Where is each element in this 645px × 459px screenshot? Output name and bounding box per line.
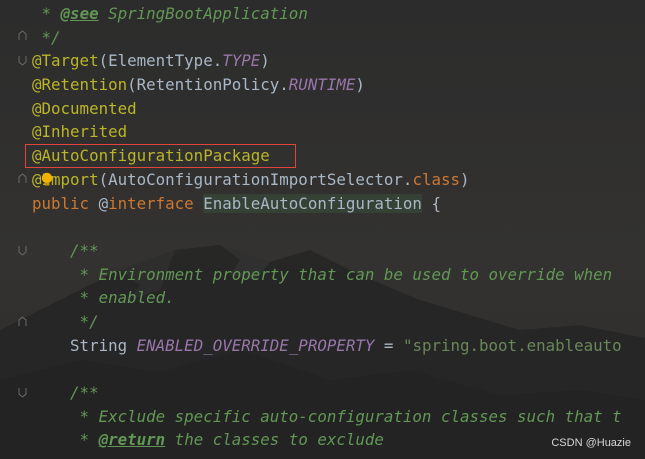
- code-token: class: [412, 169, 460, 189]
- code-token: {: [421, 193, 441, 213]
- code-token: @see: [60, 4, 99, 23]
- code-line[interactable]: * Environment property that can be used …: [32, 263, 645, 287]
- code-line[interactable]: * enabled.: [32, 286, 645, 310]
- code-token: @Retention: [32, 75, 128, 95]
- code-token: @Inherited: [32, 122, 128, 142]
- code-editor[interactable]: * @see SpringBootApplication */@Target(E…: [32, 2, 645, 452]
- code-token: @Target: [32, 51, 99, 71]
- code-token: * Environment property that can be used …: [70, 264, 613, 284]
- code-line[interactable]: public @interface EnableAutoConfiguratio…: [32, 192, 645, 216]
- code-token: RUNTIME: [288, 75, 356, 95]
- code-line[interactable]: @Documented: [32, 97, 645, 121]
- code-token: ENABLED_OVERRIDE_PROPERTY: [136, 335, 375, 355]
- code-line[interactable]: String ENABLED_OVERRIDE_PROPERTY = "spri…: [32, 334, 645, 358]
- code-token: (RetentionPolicy.: [127, 75, 289, 95]
- fold-end-icon[interactable]: [18, 173, 27, 184]
- code-token: interface: [108, 193, 204, 213]
- code-token: SpringBootApplication: [98, 4, 308, 23]
- code-token: /**: [70, 383, 99, 402]
- code-line[interactable]: @Inherited: [32, 120, 645, 144]
- code-token: (AutoConfigurationImportSelector.: [98, 169, 413, 189]
- code-token: @Documented: [32, 98, 137, 118]
- code-token: the classes to exclude: [165, 430, 384, 450]
- code-line[interactable]: [32, 357, 645, 381]
- watermark: CSDN @Huazie: [551, 437, 631, 449]
- code-token: TYPE: [222, 51, 261, 71]
- fold-start-icon[interactable]: [18, 55, 27, 66]
- code-token: * enabled.: [70, 288, 175, 308]
- code-token: * Exclude specific auto-configuration cl…: [70, 406, 622, 426]
- code-token: ): [460, 169, 470, 189]
- code-line[interactable]: * @see SpringBootApplication: [32, 2, 645, 26]
- code-line[interactable]: */: [32, 310, 645, 334]
- code-token: String: [70, 335, 137, 355]
- code-token: ): [355, 75, 365, 95]
- code-token: @: [98, 193, 109, 213]
- code-token: =: [374, 335, 403, 355]
- highlighted-annotation-box: [25, 144, 296, 168]
- code-line[interactable]: /**: [32, 239, 645, 263]
- lightbulb-icon[interactable]: [40, 172, 54, 188]
- fold-start-icon[interactable]: [18, 245, 27, 256]
- code-token: *: [32, 4, 61, 23]
- fold-start-icon[interactable]: [18, 387, 27, 398]
- code-line[interactable]: */: [32, 26, 645, 50]
- code-line[interactable]: @Import(AutoConfigurationImportSelector.…: [32, 168, 645, 192]
- code-token: /**: [70, 240, 99, 260]
- code-line[interactable]: /**: [32, 381, 645, 405]
- code-line[interactable]: @Target(ElementType.TYPE): [32, 49, 645, 73]
- code-token: public: [32, 193, 99, 213]
- code-token: */: [70, 311, 99, 331]
- code-token: */: [32, 27, 61, 47]
- code-token: ): [260, 51, 270, 71]
- code-token: "spring.boot.enableauto: [402, 335, 622, 355]
- code-line[interactable]: [32, 215, 645, 239]
- code-token: EnableAutoConfiguration: [203, 193, 422, 213]
- code-token: *: [70, 430, 99, 450]
- fold-end-icon[interactable]: [18, 316, 27, 327]
- fold-end-icon[interactable]: [18, 30, 27, 41]
- code-line[interactable]: * Exclude specific auto-configuration cl…: [32, 405, 645, 429]
- code-token: (ElementType.: [98, 51, 223, 71]
- code-token: @return: [98, 430, 166, 450]
- editor-gutter: [0, 0, 28, 459]
- code-line[interactable]: @Retention(RetentionPolicy.RUNTIME): [32, 73, 645, 97]
